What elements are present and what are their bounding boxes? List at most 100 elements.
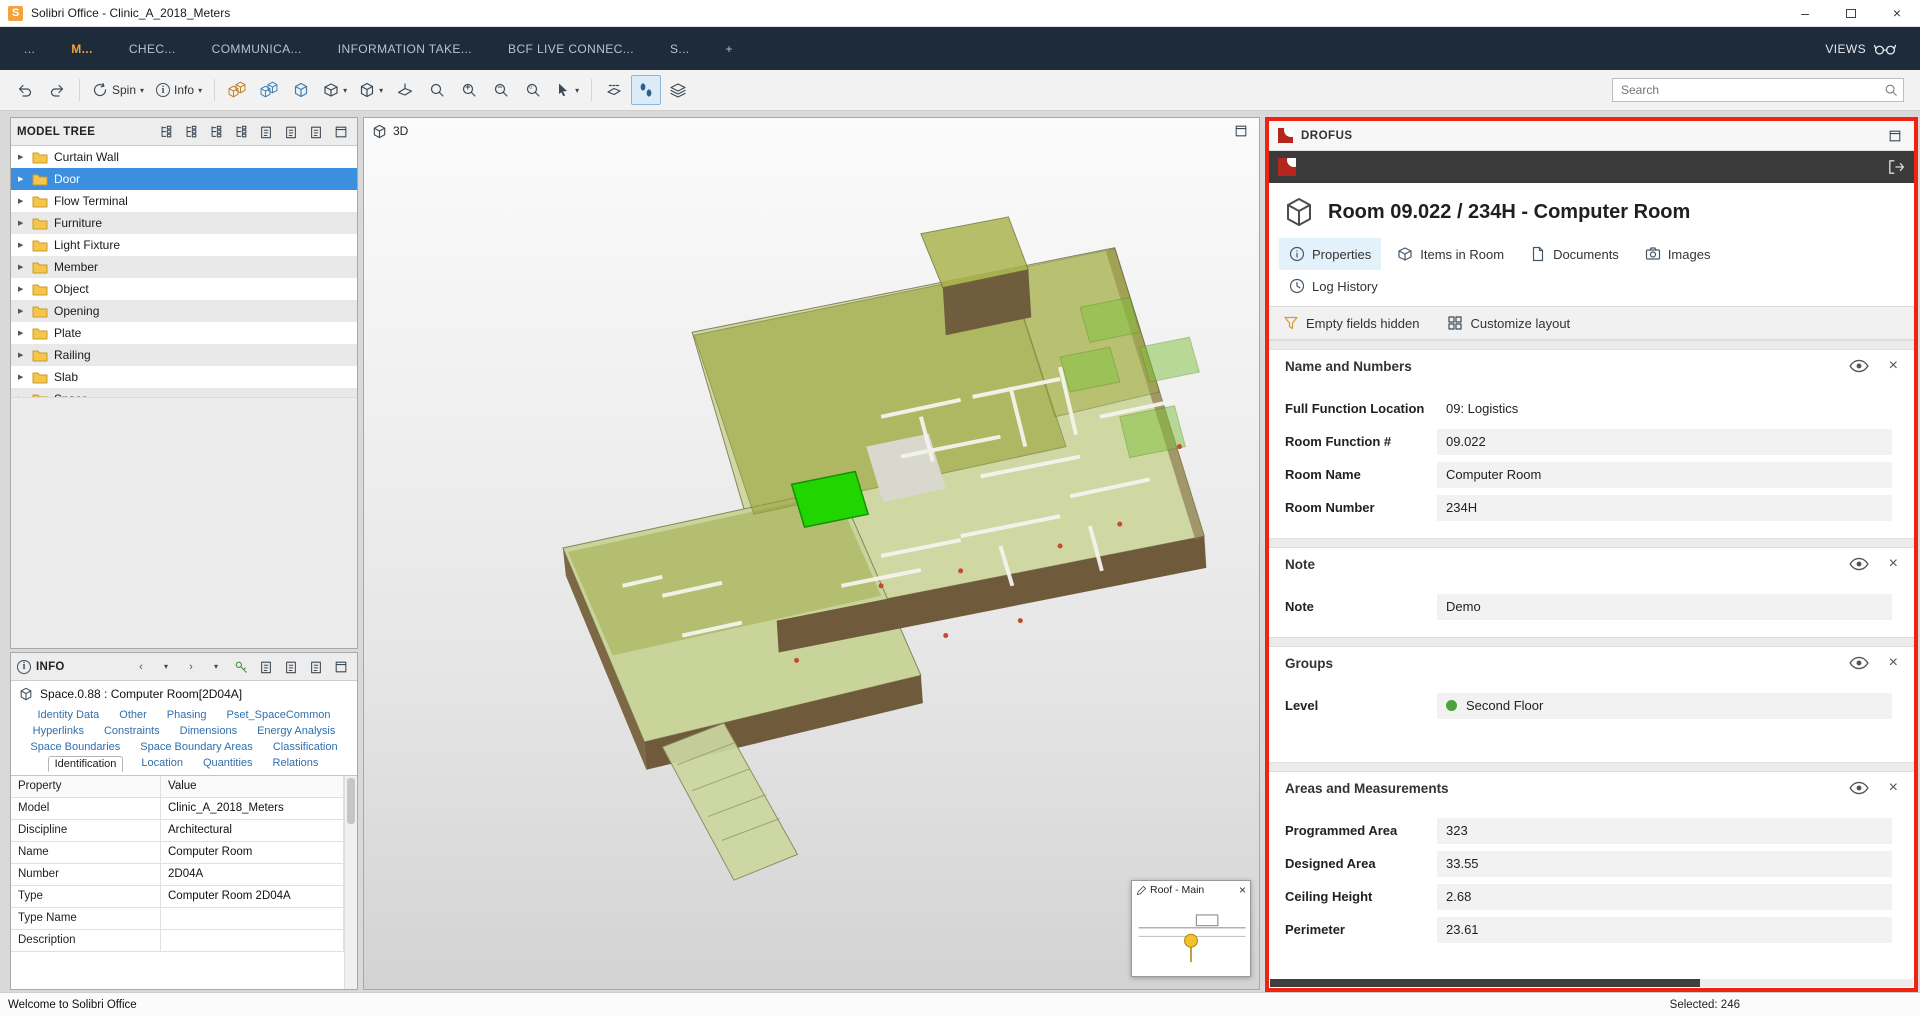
viewport-3d[interactable]: 3D bbox=[363, 117, 1260, 990]
horizontal-scrollbar-track[interactable] bbox=[1270, 979, 1913, 987]
section-plane-button[interactable] bbox=[599, 75, 629, 105]
value-cell[interactable]: Computer Room bbox=[161, 842, 344, 863]
tree-row-flow-terminal[interactable]: ▶Flow Terminal bbox=[11, 190, 357, 212]
drofus-tab-log-history[interactable]: Log History bbox=[1279, 270, 1388, 302]
value-cell[interactable]: Clinic_A_2018_Meters bbox=[161, 798, 344, 819]
tree-sort-button[interactable] bbox=[156, 122, 176, 142]
prev-menu-button[interactable]: ▾ bbox=[156, 657, 176, 677]
horizontal-scrollbar-handle[interactable] bbox=[1270, 979, 1700, 987]
expand-arrow-icon[interactable]: ▶ bbox=[18, 153, 26, 161]
field-value[interactable]: Second Floor bbox=[1437, 693, 1892, 719]
zoom-fit-button[interactable]: ▫ bbox=[518, 75, 548, 105]
minimize-button[interactable]: – bbox=[1782, 0, 1828, 26]
field-value[interactable]: 323 bbox=[1437, 818, 1892, 844]
value-cell[interactable]: Architectural bbox=[161, 820, 344, 841]
tree-row-plate[interactable]: ▶Plate bbox=[11, 322, 357, 344]
maximize-panel-button[interactable] bbox=[1885, 126, 1905, 146]
info-tab-space-boundary-areas[interactable]: Space Boundary Areas bbox=[138, 740, 255, 754]
customize-layout-button[interactable]: Customize layout bbox=[1447, 315, 1570, 331]
copy-info-button[interactable] bbox=[306, 657, 326, 677]
checklist-button[interactable] bbox=[281, 122, 301, 142]
drofus-tab-items-in-room[interactable]: Items in Room bbox=[1387, 238, 1514, 270]
menu-item-communica[interactable]: COMMUNICA... bbox=[212, 42, 302, 56]
info-table-row-type[interactable]: TypeComputer Room 2D04A bbox=[11, 886, 357, 908]
info-table-row-model[interactable]: ModelClinic_A_2018_Meters bbox=[11, 798, 357, 820]
info-tab-quantities[interactable]: Quantities bbox=[201, 756, 255, 772]
tree-row-member[interactable]: ▶Member bbox=[11, 256, 357, 278]
value-cell[interactable]: 2D04A bbox=[161, 864, 344, 885]
empty-fields-toggle[interactable]: Empty fields hidden bbox=[1283, 315, 1419, 331]
info-table-row-description[interactable]: Description bbox=[11, 930, 357, 952]
report-button[interactable] bbox=[281, 657, 301, 677]
tree-collapse-button[interactable] bbox=[231, 122, 251, 142]
info-tab-phasing[interactable]: Phasing bbox=[165, 708, 209, 722]
field-value[interactable]: 09.022 bbox=[1437, 429, 1892, 455]
selected-object-row[interactable]: Space.0.88 : Computer Room[2D04A] bbox=[11, 681, 357, 705]
info-tab-identity-data[interactable]: Identity Data bbox=[36, 708, 102, 722]
eye-icon[interactable] bbox=[1849, 781, 1869, 795]
component-group-button[interactable] bbox=[254, 75, 284, 105]
building-model[interactable] bbox=[364, 118, 1259, 989]
value-cell[interactable] bbox=[161, 930, 344, 951]
tree-row-railing[interactable]: ▶Railing bbox=[11, 344, 357, 366]
menu-item-more[interactable]: + bbox=[726, 42, 733, 56]
field-value[interactable]: 2.68 bbox=[1437, 884, 1892, 910]
select-button[interactable]: ▾ bbox=[550, 75, 584, 105]
field-value[interactable]: Demo bbox=[1437, 594, 1892, 620]
eye-icon[interactable] bbox=[1849, 557, 1869, 571]
maximize-panel-button[interactable] bbox=[331, 657, 351, 677]
close-section-icon[interactable]: × bbox=[1889, 780, 1898, 796]
checklist-add-button[interactable] bbox=[256, 122, 276, 142]
info-table-row-number[interactable]: Number2D04A bbox=[11, 864, 357, 886]
close-section-icon[interactable]: × bbox=[1889, 655, 1898, 671]
footprint-tool-button[interactable] bbox=[631, 75, 661, 105]
info-table-row-type-name[interactable]: Type Name bbox=[11, 908, 357, 930]
next-button[interactable]: › bbox=[181, 657, 201, 677]
field-value[interactable]: 33.55 bbox=[1437, 851, 1892, 877]
layers-button[interactable] bbox=[663, 75, 693, 105]
info-tab-space-boundaries[interactable]: Space Boundaries bbox=[28, 740, 122, 754]
spin-button[interactable]: Spin ▾ bbox=[87, 75, 149, 105]
expand-arrow-icon[interactable]: ▶ bbox=[18, 329, 26, 337]
info-tab-dimensions[interactable]: Dimensions bbox=[178, 724, 239, 738]
component-palette-button[interactable] bbox=[222, 75, 252, 105]
undo-button[interactable] bbox=[10, 75, 40, 105]
tree-row-furniture[interactable]: ▶Furniture bbox=[11, 212, 357, 234]
expand-arrow-icon[interactable]: ▶ bbox=[18, 373, 26, 381]
info-tab-location[interactable]: Location bbox=[139, 756, 185, 772]
close-button[interactable]: × bbox=[1874, 0, 1920, 26]
report-add-button[interactable] bbox=[256, 657, 276, 677]
info-tab-energy-analysis[interactable]: Energy Analysis bbox=[255, 724, 337, 738]
menu-item-information-take[interactable]: INFORMATION TAKE... bbox=[338, 42, 472, 56]
maximize-viewport-button[interactable] bbox=[1231, 121, 1251, 141]
next-menu-button[interactable]: ▾ bbox=[206, 657, 226, 677]
drofus-tab-images[interactable]: Images bbox=[1635, 238, 1721, 270]
tree-row-slab[interactable]: ▶Slab bbox=[11, 366, 357, 388]
tree-grouping-button[interactable] bbox=[181, 122, 201, 142]
info-table-scrollbar[interactable] bbox=[344, 776, 357, 989]
copy-button[interactable] bbox=[306, 122, 326, 142]
expand-arrow-icon[interactable]: ▶ bbox=[18, 241, 26, 249]
info-tab-pset-spacecommon[interactable]: Pset_SpaceCommon bbox=[225, 708, 333, 722]
find-components-button[interactable]: ▾ bbox=[318, 75, 352, 105]
info-button[interactable]: i Info ▾ bbox=[151, 75, 207, 105]
eye-icon[interactable] bbox=[1849, 656, 1869, 670]
info-tab-identification[interactable]: Identification bbox=[48, 756, 124, 772]
menu-item-bcf-live-connec[interactable]: BCF LIVE CONNEC... bbox=[508, 42, 634, 56]
views-button[interactable]: VIEWS bbox=[1825, 42, 1896, 56]
expand-arrow-icon[interactable]: ▶ bbox=[18, 307, 26, 315]
info-tab-relations[interactable]: Relations bbox=[271, 756, 321, 772]
tree-row-space[interactable]: ▶Space bbox=[11, 388, 357, 397]
close-section-icon[interactable]: × bbox=[1889, 358, 1898, 374]
close-roof-window-button[interactable]: × bbox=[1239, 884, 1246, 896]
expand-arrow-icon[interactable]: ▶ bbox=[18, 197, 26, 205]
redo-button[interactable] bbox=[42, 75, 72, 105]
expand-arrow-icon[interactable]: ▶ bbox=[18, 285, 26, 293]
maximize-panel-button[interactable] bbox=[331, 122, 351, 142]
tree-row-curtain-wall[interactable]: ▶Curtain Wall bbox=[11, 146, 357, 168]
info-table-row-name[interactable]: NameComputer Room bbox=[11, 842, 357, 864]
menu-item-s[interactable]: S... bbox=[670, 42, 690, 56]
search-input[interactable] bbox=[1612, 78, 1904, 102]
menu-item-more[interactable]: ... bbox=[24, 42, 35, 56]
view-mode-button[interactable]: ▾ bbox=[354, 75, 388, 105]
